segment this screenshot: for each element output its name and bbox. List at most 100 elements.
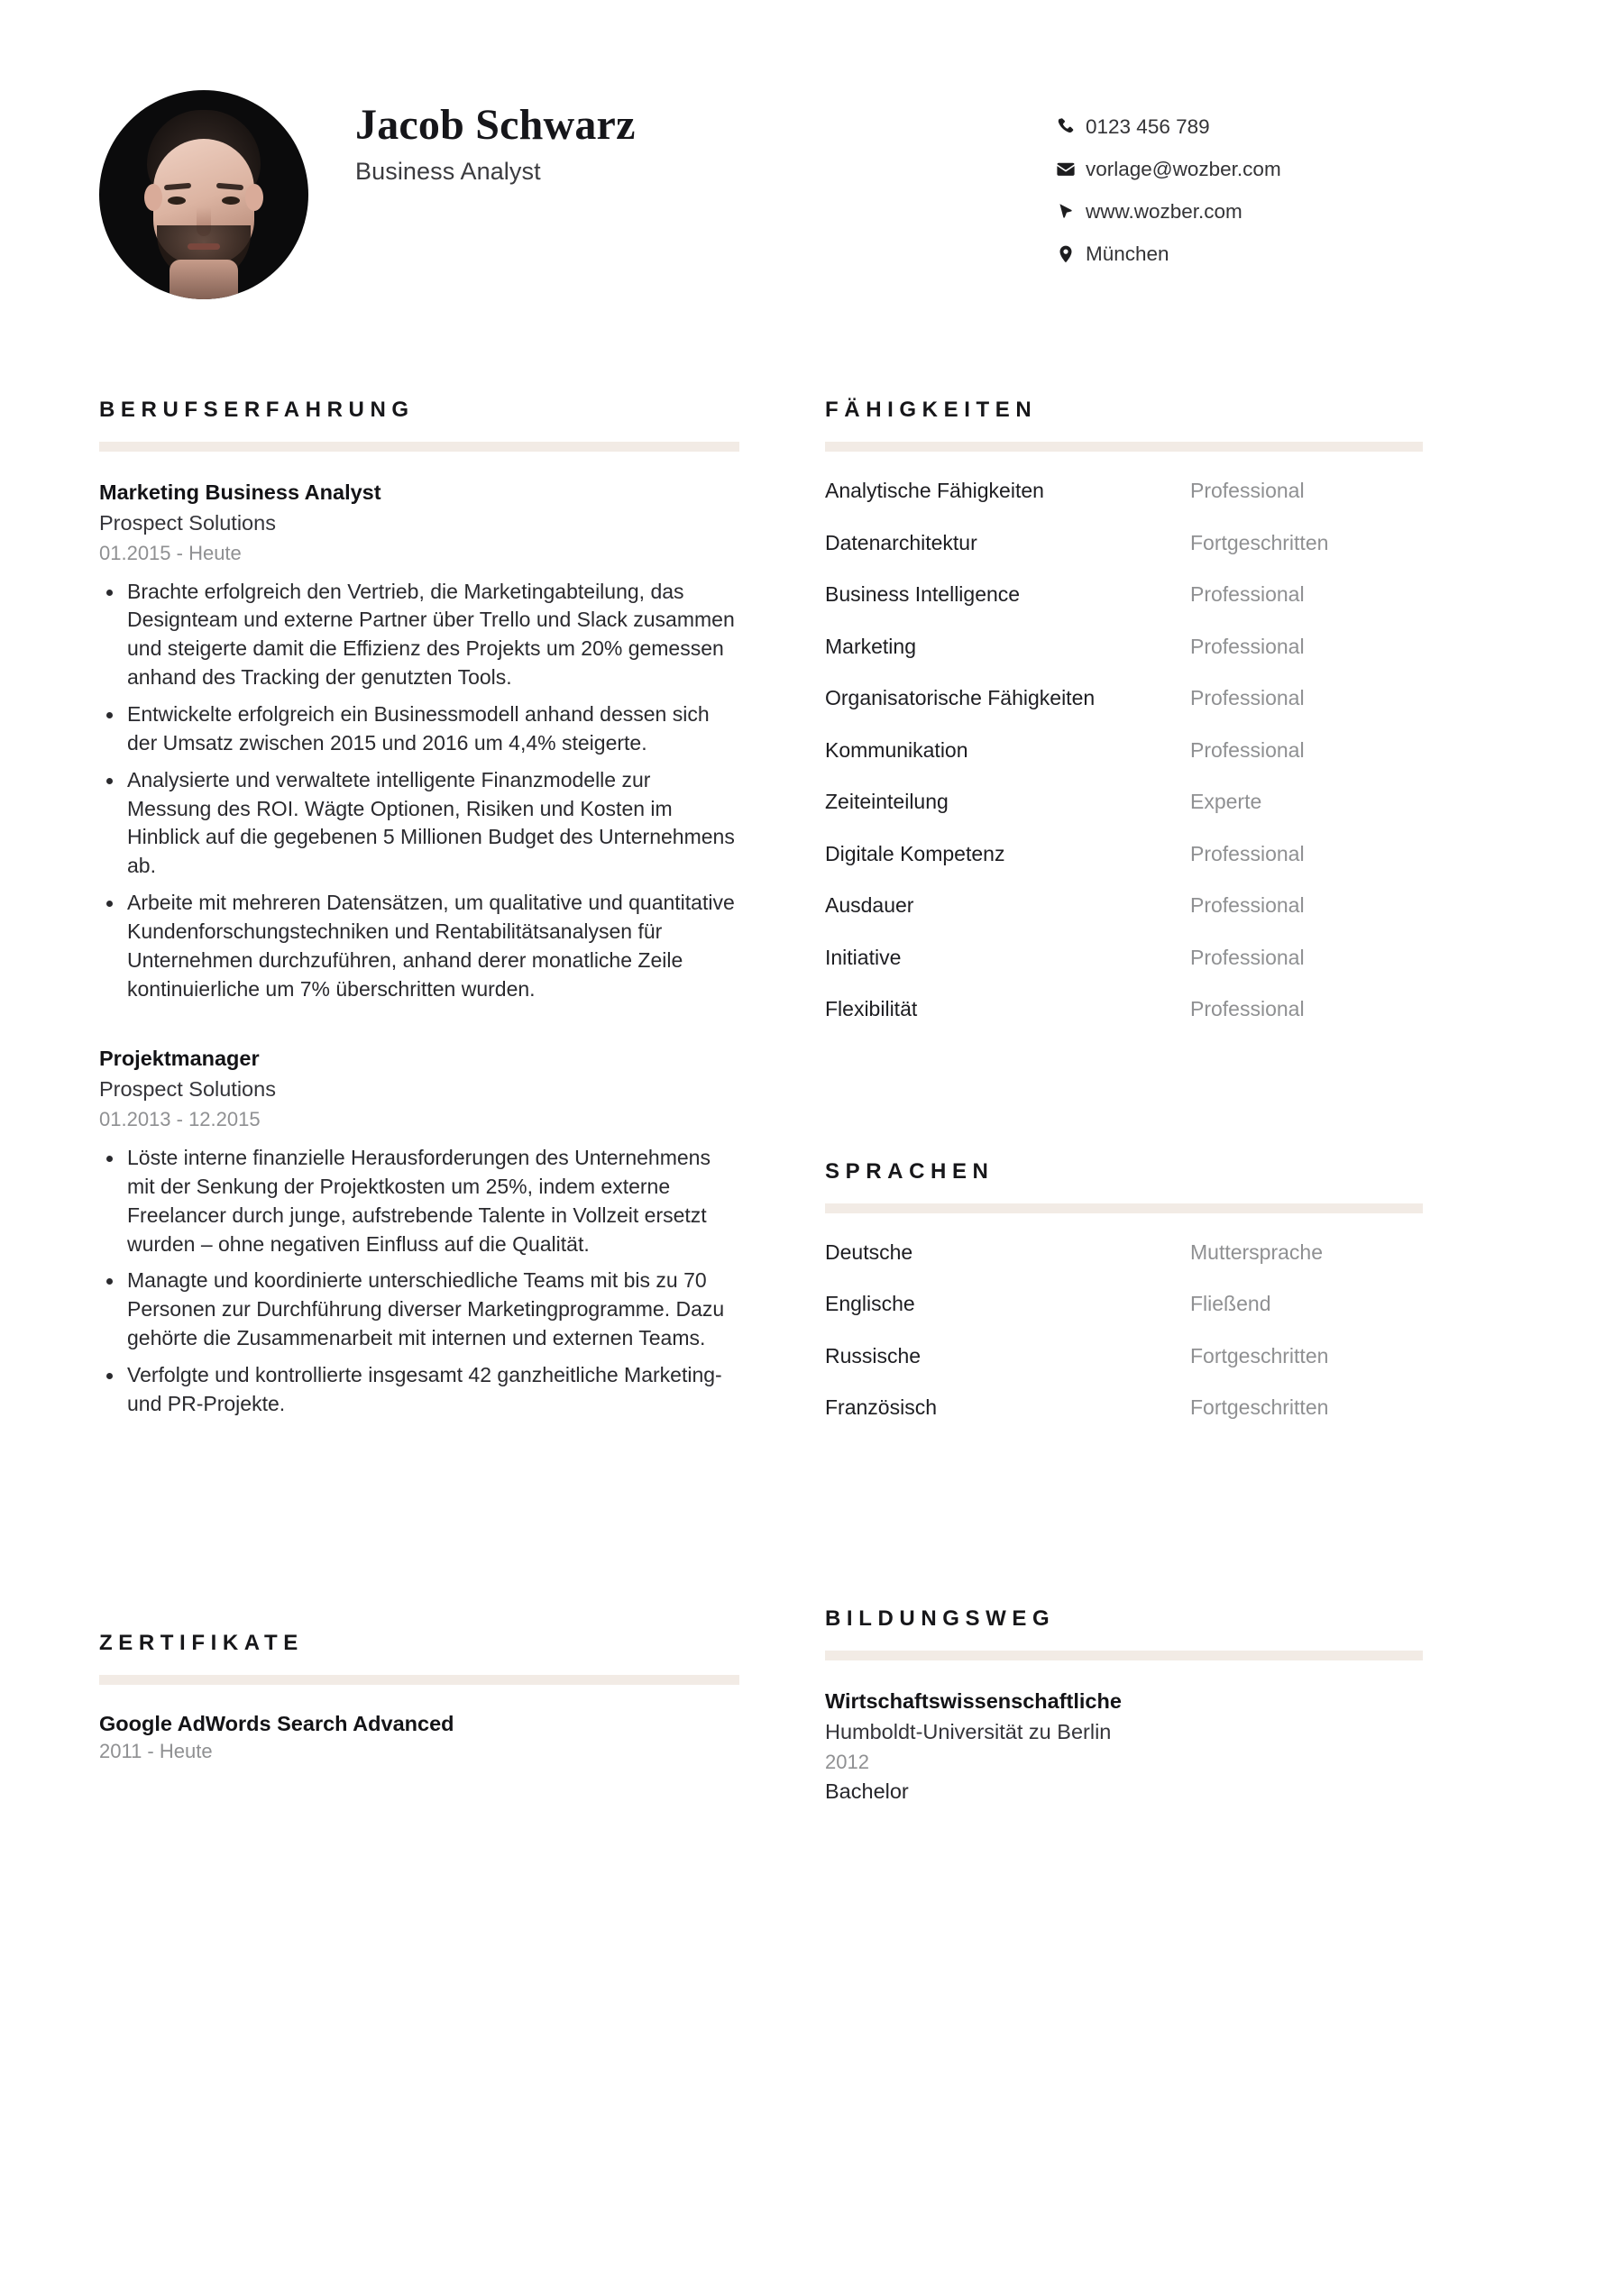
- resume-page: Jacob Schwarz Business Analyst 0123 456 …: [0, 0, 1623, 2296]
- skill-name: Kommunikation: [825, 737, 968, 762]
- contact-website-value: www.wozber.com: [1086, 199, 1242, 223]
- education-entries: Wirtschaftswissenschaftliche Humboldt-Un…: [825, 1660, 1524, 1806]
- certificate-entry: Google AdWords Search Advanced 2011 - He…: [99, 1712, 739, 1763]
- language-row: Englische Fließend: [825, 1292, 1524, 1344]
- skill-list: Analytische Fähigkeiten Professional Dat…: [825, 452, 1524, 1049]
- skill-name: Flexibilität: [825, 997, 918, 1020]
- left-column: BERUFSERFAHRUNG Marketing Business Analy…: [99, 398, 825, 1806]
- section-title-skills: FÄHIGKEITEN: [825, 398, 1038, 422]
- contact-location[interactable]: München: [1055, 233, 1524, 275]
- language-level: Fortgeschritten: [1190, 1343, 1329, 1368]
- skill-row: Zeiteinteilung Experte: [825, 790, 1524, 842]
- section-divider: [825, 1650, 1423, 1660]
- section-divider: [99, 1674, 739, 1685]
- skill-row: Kommunikation Professional: [825, 738, 1524, 791]
- contact-email[interactable]: vorlage@wozber.com: [1055, 148, 1524, 190]
- right-column: FÄHIGKEITEN Analytische Fähigkeiten Prof…: [825, 398, 1524, 1806]
- cursor-icon: [1055, 201, 1086, 223]
- certificate-entries: Google AdWords Search Advanced 2011 - He…: [99, 1685, 739, 1763]
- section-certificates: ZERTIFIKATE Google AdWords Search Advanc…: [99, 1631, 739, 1763]
- experience-dates: 01.2015 - Heute: [99, 541, 242, 564]
- experience-bullets: Brachte erfolgreich den Vertrieb, die Ma…: [99, 578, 739, 1004]
- language-level: Fortgeschritten: [1190, 1395, 1329, 1419]
- skill-row: Flexibilität Professional: [825, 997, 1524, 1049]
- experience-org: Prospect Solutions: [99, 510, 276, 535]
- certificate-name: Google AdWords Search Advanced: [99, 1711, 454, 1735]
- skill-name: Datenarchitektur: [825, 530, 977, 554]
- contact-phone[interactable]: 0123 456 789: [1055, 105, 1524, 148]
- skill-row: Business Intelligence Professional: [825, 582, 1524, 635]
- section-title-experience: BERUFSERFAHRUNG: [99, 398, 415, 422]
- skill-level: Professional: [1190, 945, 1305, 969]
- skill-row: Organisatorische Fähigkeiten Professiona…: [825, 686, 1524, 738]
- section-title-certificates: ZERTIFIKATE: [99, 1630, 304, 1655]
- skill-name: Analytische Fähigkeiten: [825, 479, 1044, 502]
- skill-level: Professional: [1190, 479, 1305, 502]
- language-row: Deutsche Muttersprache: [825, 1240, 1524, 1293]
- education-entry: Wirtschaftswissenschaftliche Humboldt-Un…: [825, 1688, 1524, 1806]
- language-name: Englische: [825, 1292, 915, 1315]
- resume-header: Jacob Schwarz Business Analyst 0123 456 …: [0, 0, 1623, 299]
- experience-entry: Projektmanager Prospect Solutions 01.201…: [99, 1045, 739, 1418]
- language-level: Muttersprache: [1190, 1239, 1324, 1264]
- skill-level: Experte: [1190, 790, 1262, 813]
- contact-list: 0123 456 789 vorlage@wozber.com www.wozb…: [1055, 90, 1524, 275]
- section-title-education: BILDUNGSWEG: [825, 1605, 1056, 1631]
- section-divider: [825, 1203, 1423, 1213]
- skill-name: Initiative: [825, 945, 902, 969]
- experience-role: Marketing Business Analyst: [99, 480, 381, 504]
- bullet-item: Löste interne finanzielle Herausforderun…: [99, 1144, 739, 1258]
- skill-name: Organisatorische Fähigkeiten: [825, 686, 1096, 709]
- bullet-item: Arbeite mit mehreren Datensätzen, um qua…: [99, 889, 739, 1003]
- section-languages: SPRACHEN Deutsche Muttersprache Englisch…: [825, 1159, 1524, 1448]
- experience-bullets: Löste interne finanzielle Herausforderun…: [99, 1144, 739, 1419]
- education-degree: Wirtschaftswissenschaftliche: [825, 1688, 1122, 1713]
- section-skills: FÄHIGKEITEN Analytische Fähigkeiten Prof…: [825, 398, 1524, 1049]
- language-list: Deutsche Muttersprache Englische Fließen…: [825, 1213, 1524, 1448]
- experience-dates: 01.2013 - 12.2015: [99, 1107, 261, 1130]
- contact-website[interactable]: www.wozber.com: [1055, 190, 1524, 233]
- skill-name: Digitale Kompetenz: [825, 841, 1005, 865]
- section-divider: [99, 442, 739, 452]
- language-name: Französisch: [825, 1395, 937, 1419]
- language-level: Fließend: [1190, 1292, 1271, 1315]
- section-divider: [825, 442, 1423, 452]
- skill-level: Professional: [1190, 737, 1305, 762]
- experience-role: Projektmanager: [99, 1047, 260, 1071]
- map-pin-icon: [1055, 243, 1086, 265]
- skill-name: Ausdauer: [825, 893, 914, 917]
- skill-row: Analytische Fähigkeiten Professional: [825, 479, 1524, 531]
- education-level: Bachelor: [825, 1779, 909, 1803]
- avatar-container: [99, 90, 308, 299]
- contact-email-value: vorlage@wozber.com: [1086, 157, 1281, 180]
- skill-name: Marketing: [825, 634, 916, 658]
- skill-level: Professional: [1190, 634, 1305, 658]
- contact-phone-value: 0123 456 789: [1086, 114, 1210, 138]
- experience-org: Prospect Solutions: [99, 1076, 276, 1101]
- skill-row: Datenarchitektur Fortgeschritten: [825, 531, 1524, 583]
- identity-block: Jacob Schwarz Business Analyst: [308, 90, 813, 186]
- section-experience: BERUFSERFAHRUNG Marketing Business Analy…: [99, 398, 739, 1419]
- certificate-dates: 2011 - Heute: [99, 1739, 213, 1762]
- skill-level: Professional: [1190, 841, 1305, 865]
- full-name: Jacob Schwarz: [355, 101, 636, 149]
- language-row: Französisch Fortgeschritten: [825, 1395, 1524, 1448]
- bullet-item: Verfolgte und kontrollierte insgesamt 42…: [99, 1361, 739, 1419]
- skill-level: Professional: [1190, 686, 1305, 709]
- skill-row: Initiative Professional: [825, 946, 1524, 998]
- skill-level: Professional: [1190, 997, 1305, 1020]
- bullet-item: Brachte erfolgreich den Vertrieb, die Ma…: [99, 578, 739, 692]
- envelope-icon: [1055, 159, 1086, 180]
- experience-entries: Marketing Business Analyst Prospect Solu…: [99, 452, 739, 1419]
- skill-name: Business Intelligence: [825, 582, 1021, 606]
- phone-icon: [1055, 116, 1086, 138]
- skill-row: Ausdauer Professional: [825, 893, 1524, 946]
- skill-name: Zeiteinteilung: [825, 790, 949, 813]
- skill-row: Marketing Professional: [825, 635, 1524, 687]
- contact-location-value: München: [1086, 242, 1169, 265]
- skill-row: Digitale Kompetenz Professional: [825, 842, 1524, 894]
- experience-entry: Marketing Business Analyst Prospect Solu…: [99, 479, 739, 1003]
- language-name: Russische: [825, 1343, 922, 1368]
